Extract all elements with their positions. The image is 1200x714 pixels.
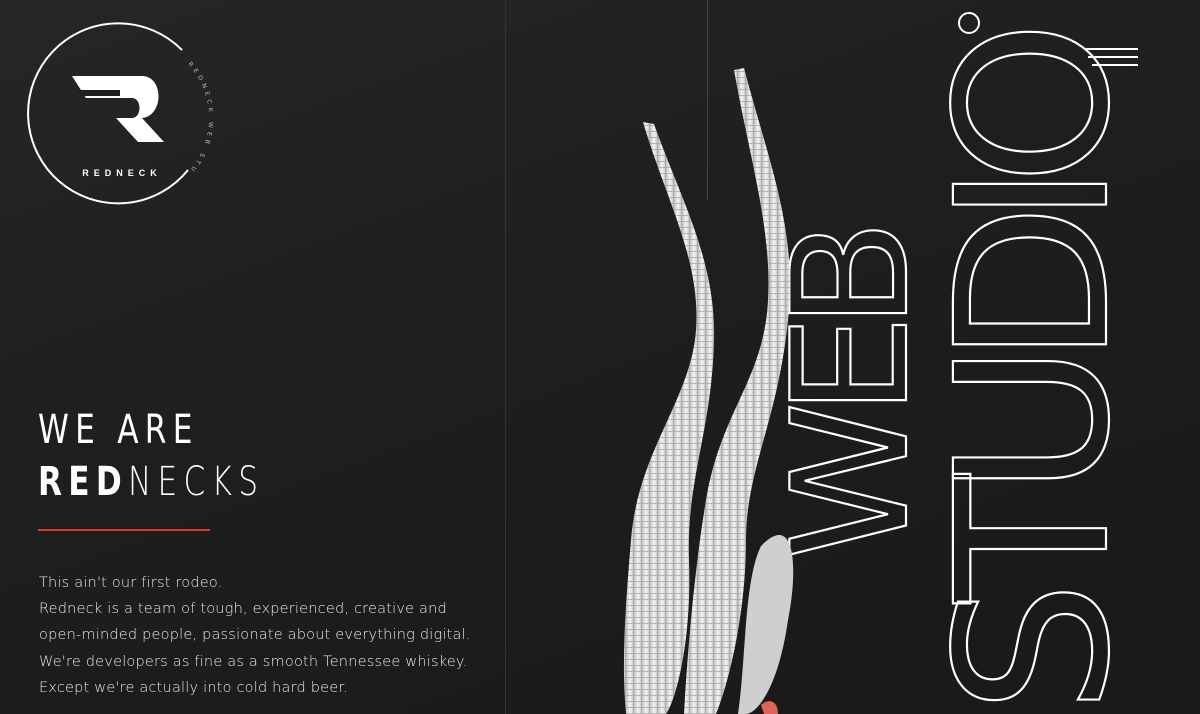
brand-logo[interactable]: REDNECK WEB STUDIO REDNECK	[20, 15, 214, 210]
circle-outline-icon[interactable]	[958, 12, 980, 34]
headline-line-1: WE ARE	[38, 407, 199, 453]
paragraph-line: open-minded people, passionate about eve…	[39, 627, 471, 644]
headline-bold: RED	[38, 459, 128, 505]
hero-artwork: STUDIO WEB	[623, 13, 1157, 714]
horn-sculpture	[623, 68, 794, 714]
headline-rest: NECKS	[127, 459, 265, 505]
menu-line	[1088, 56, 1138, 58]
paragraph-line: Redneck is a team of tough, experienced,…	[39, 601, 447, 618]
menu-line	[1084, 48, 1138, 50]
logo-r-mark	[72, 76, 164, 142]
logo-wordmark: REDNECK	[82, 168, 162, 178]
decorative-vertical-line	[707, 0, 708, 200]
studio-outline-text: STUDIO	[911, 14, 1156, 714]
hero-paragraph: This ain't our first rodeo. Redneck is a…	[39, 570, 499, 701]
paragraph-line: This ain't our first rodeo.	[39, 575, 223, 591]
menu-line	[1092, 64, 1138, 66]
paragraph-line: We're developers as fine as a smooth Ten…	[39, 653, 468, 670]
logo-ring-icon: REDNECK WEB STUDIO	[20, 15, 210, 205]
hero-headline: WE ARE REDNECKS	[38, 404, 328, 508]
hamburger-menu-icon[interactable]	[1082, 48, 1138, 74]
headline-line-2: REDNECKS	[38, 456, 264, 508]
paragraph-line: Except we're actually into cold hard bee…	[39, 679, 349, 696]
accent-underline	[38, 529, 210, 531]
